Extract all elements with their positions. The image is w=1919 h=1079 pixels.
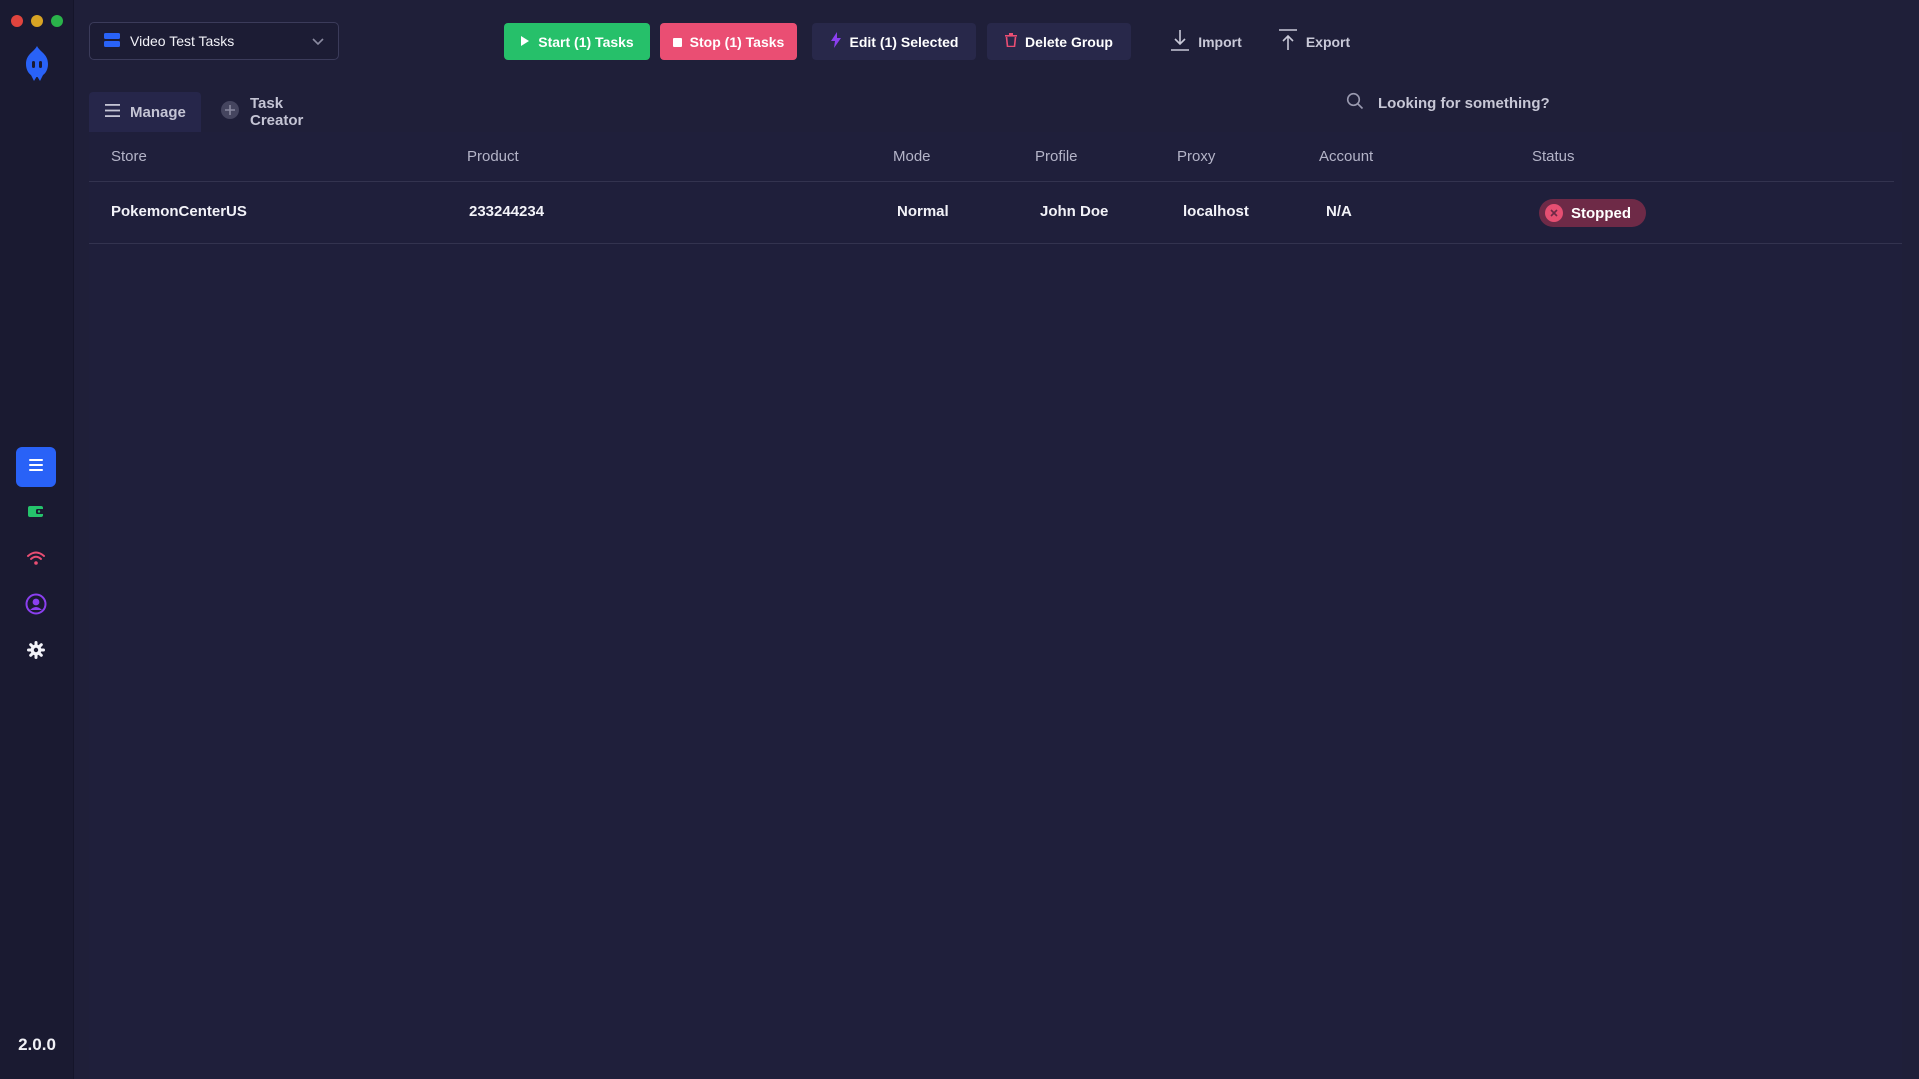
sidebar-item-profiles[interactable]	[16, 586, 56, 626]
column-header-mode: Mode	[893, 148, 931, 165]
start-tasks-label: Start (1) Tasks	[538, 33, 634, 50]
user-circle-icon	[25, 593, 47, 620]
column-header-account: Account	[1319, 148, 1374, 165]
delete-group-label: Delete Group	[1025, 33, 1113, 50]
lightning-icon	[830, 32, 842, 51]
group-icon	[104, 32, 120, 50]
list-icon	[28, 458, 44, 477]
cell-mode: Normal	[897, 203, 949, 220]
search-bar[interactable]: Looking for something?	[1346, 92, 1550, 114]
window-controls	[11, 15, 63, 27]
menu-icon	[105, 103, 120, 121]
app-logo-icon	[22, 44, 52, 82]
edit-selected-label: Edit (1) Selected	[849, 33, 959, 50]
search-input[interactable]: Looking for something?	[1378, 95, 1550, 112]
minimize-window-button[interactable]	[31, 15, 43, 27]
wifi-icon	[26, 550, 46, 571]
sidebar-item-settings[interactable]	[16, 632, 56, 672]
cell-account: N/A	[1326, 203, 1352, 220]
export-label: Export	[1305, 33, 1351, 50]
sidebar: 2.0.0	[0, 0, 74, 1079]
group-name: Video Test Tasks	[130, 33, 235, 49]
stop-tasks-button[interactable]: Stop (1) Tasks	[660, 23, 797, 60]
app-window: 2.0.0 Video Test Tasks Start (1) Tasks S…	[0, 0, 1919, 1079]
x-circle-icon	[1545, 204, 1563, 222]
cell-product: 233244234	[469, 203, 545, 220]
status-text: Stopped	[1571, 204, 1631, 222]
chevron-down-icon	[312, 33, 324, 49]
column-header-status: Status	[1532, 148, 1575, 165]
tab-manage[interactable]: Manage	[89, 92, 201, 132]
tab-task-creator[interactable]: Task Creator	[210, 92, 340, 132]
wallet-icon	[27, 504, 45, 523]
play-icon	[520, 34, 530, 50]
export-button[interactable]: Export	[1274, 23, 1354, 60]
edit-selected-button[interactable]: Edit (1) Selected	[812, 23, 976, 60]
table-header: Store Product Mode Profile Proxy Account…	[89, 132, 1894, 182]
cell-profile: John Doe	[1040, 203, 1109, 220]
column-header-store: Store	[111, 148, 147, 165]
tab-task-creator-label: Task Creator	[250, 95, 304, 129]
stop-tasks-label: Stop (1) Tasks	[689, 33, 785, 50]
stop-icon	[672, 34, 682, 50]
status-badge: Stopped	[1539, 199, 1646, 227]
sidebar-item-billing[interactable]	[16, 493, 56, 533]
plus-circle-icon	[220, 100, 240, 124]
import-button[interactable]: Import	[1166, 23, 1246, 60]
task-group-dropdown[interactable]: Video Test Tasks	[89, 22, 339, 60]
cell-proxy: localhost	[1183, 203, 1249, 220]
close-window-button[interactable]	[11, 15, 23, 27]
sidebar-item-proxies[interactable]	[16, 540, 56, 580]
table-row[interactable]: PokemonCenterUS 233244234 Normal John Do…	[89, 182, 1902, 244]
sidebar-item-tasks[interactable]	[16, 447, 56, 487]
upload-icon	[1278, 29, 1298, 54]
trash-icon	[1005, 33, 1018, 50]
tasks-table: Store Product Mode Profile Proxy Account…	[89, 132, 1902, 1079]
column-header-product: Product	[467, 148, 519, 165]
app-version: 2.0.0	[18, 1035, 56, 1054]
maximize-window-button[interactable]	[51, 15, 63, 27]
start-tasks-button[interactable]: Start (1) Tasks	[504, 23, 650, 60]
column-header-proxy: Proxy	[1177, 148, 1216, 165]
download-icon	[1170, 29, 1190, 54]
search-icon	[1346, 92, 1364, 114]
tab-manage-label: Manage	[130, 103, 186, 121]
import-label: Import	[1198, 33, 1242, 50]
column-header-profile: Profile	[1035, 148, 1078, 165]
cell-store: PokemonCenterUS	[111, 203, 247, 220]
gear-icon	[27, 640, 45, 664]
delete-group-button[interactable]: Delete Group	[987, 23, 1131, 60]
